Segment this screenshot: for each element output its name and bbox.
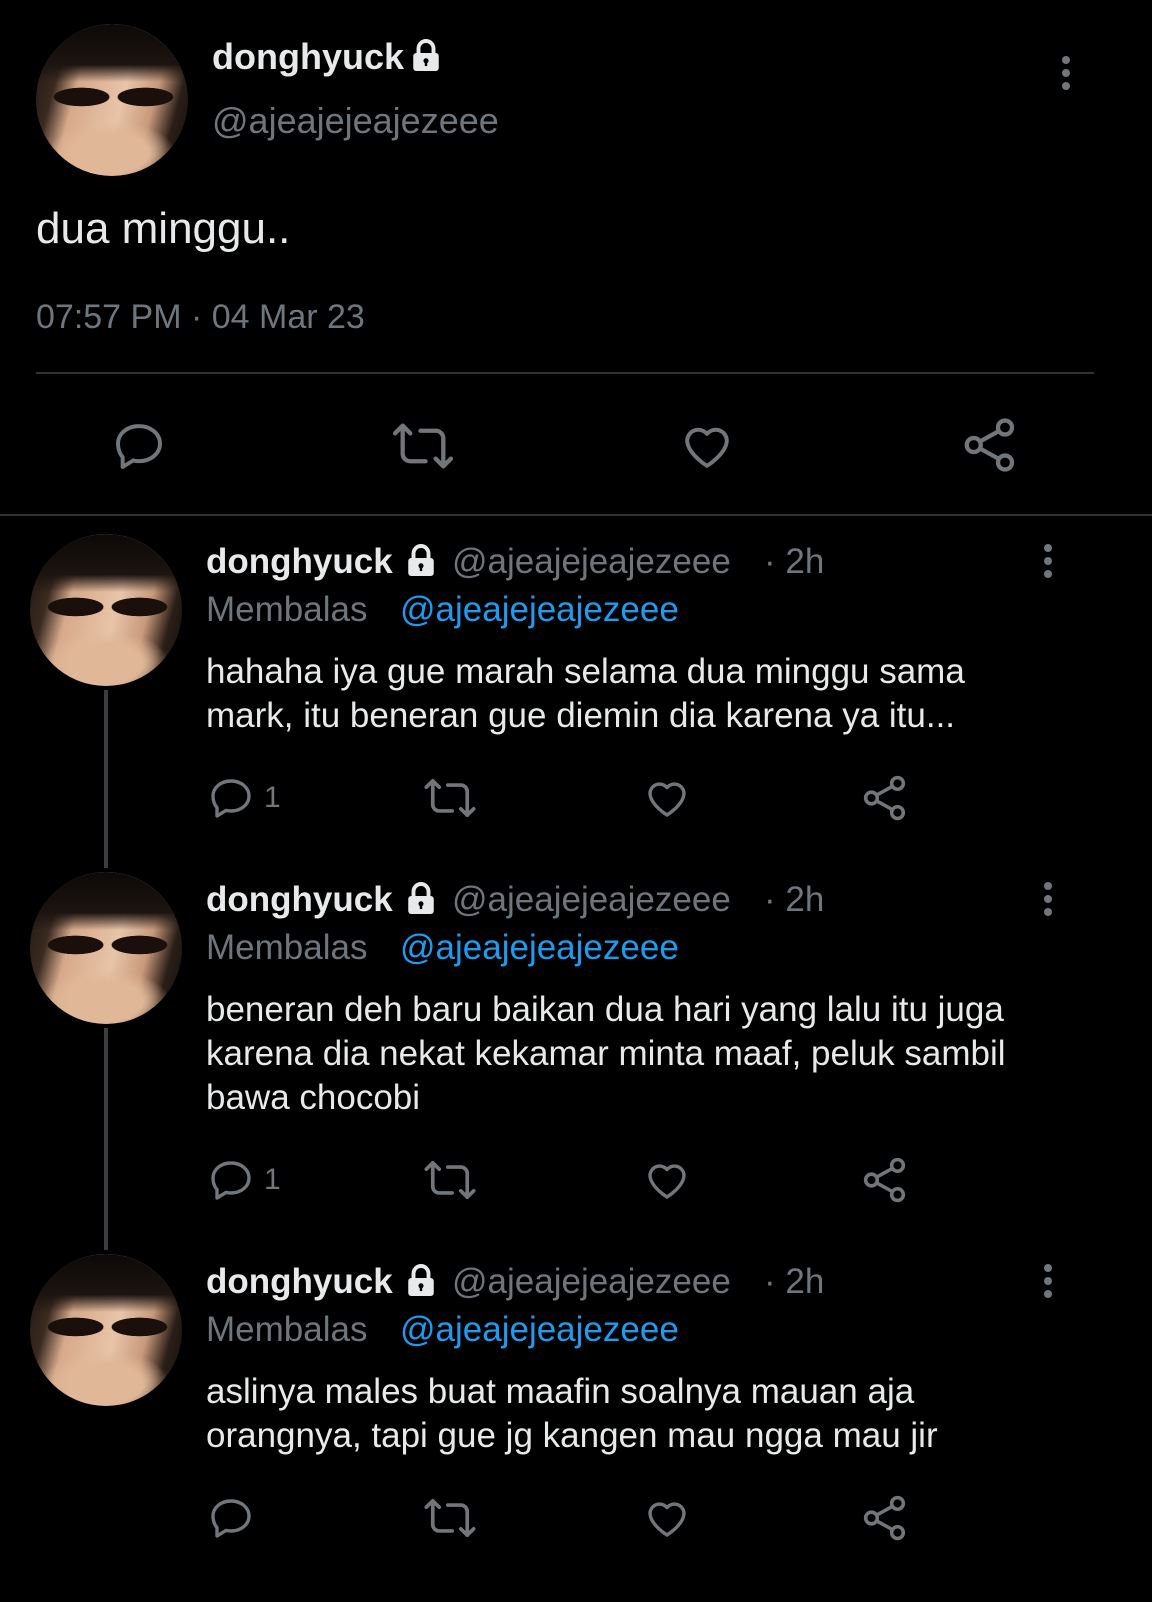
replying-to-label: Membalas [206, 590, 368, 629]
retweet-icon[interactable] [422, 1496, 478, 1540]
reply-text-line: bawa chocobi [206, 1078, 421, 1117]
reply-count: 1 [264, 781, 281, 814]
like-icon[interactable] [642, 1156, 692, 1204]
lock-icon [408, 38, 444, 74]
reply-icon [206, 774, 256, 822]
reply-icon [206, 1156, 256, 1204]
reply-action[interactable] [206, 1494, 264, 1542]
divider [36, 372, 1094, 374]
lock-icon [403, 1263, 439, 1299]
display-name[interactable]: donghyuck [206, 880, 393, 920]
more-options-icon[interactable] [1062, 56, 1070, 95]
handle[interactable]: @ajeajejeajezeee [212, 100, 499, 142]
display-name[interactable]: donghyuck [206, 542, 393, 582]
reply-text-line: aslinya males buat maafin soalnya mauan … [206, 1372, 915, 1411]
reply-text-line: karena dia nekat kekamar minta maaf, pel… [206, 1034, 1006, 1073]
like-icon[interactable] [678, 418, 736, 474]
lock-icon [403, 881, 439, 917]
share-icon[interactable] [860, 772, 910, 824]
more-options-icon[interactable] [1044, 544, 1052, 583]
avatar[interactable] [30, 1254, 182, 1406]
display-name[interactable]: donghyuck [212, 36, 404, 78]
replying-to-handle[interactable]: @ajeajejeajezeee [400, 1310, 679, 1350]
replying-to-label: Membalas [206, 1310, 368, 1349]
reply-icon[interactable] [110, 418, 168, 474]
reply-count: 1 [264, 1163, 281, 1196]
avatar[interactable] [30, 534, 182, 686]
retweet-icon[interactable] [390, 420, 456, 472]
reply-action[interactable]: 1 [206, 1156, 281, 1204]
reply-text-line: orangnya, tapi gue jg kangen mau ngga ma… [206, 1416, 938, 1455]
reply-text-line: hahaha iya gue marah selama dua minggu s… [206, 652, 965, 691]
handle[interactable]: @ajeajejeajezeee [452, 880, 731, 920]
reply-text-line: mark, itu beneran gue diemin dia karena … [206, 696, 956, 735]
timestamp[interactable]: 07:57 PM · 04 Mar 23 [36, 298, 365, 337]
relative-time: · 2h [764, 1262, 825, 1301]
like-icon[interactable] [642, 1494, 692, 1542]
replying-to-handle[interactable]: @ajeajejeajezeee [400, 928, 679, 968]
retweet-icon[interactable] [422, 776, 478, 820]
tweet-text: dua minggu.. [36, 204, 291, 253]
share-icon[interactable] [860, 1492, 910, 1544]
reply-text-line: beneran deh baru baikan dua hari yang la… [206, 990, 1004, 1029]
retweet-icon[interactable] [422, 1158, 478, 1202]
share-icon[interactable] [960, 414, 1020, 476]
handle[interactable]: @ajeajejeajezeee [452, 542, 731, 582]
more-options-icon[interactable] [1044, 882, 1052, 921]
reply-action[interactable]: 1 [206, 774, 281, 822]
more-options-icon[interactable] [1044, 1264, 1052, 1303]
display-name[interactable]: donghyuck [206, 1262, 393, 1302]
avatar[interactable] [30, 872, 182, 1024]
like-icon[interactable] [642, 774, 692, 822]
lock-icon [403, 543, 439, 579]
relative-time: · 2h [764, 542, 825, 581]
reply-icon [206, 1494, 256, 1542]
thread-line [104, 1028, 108, 1250]
replying-to-handle[interactable]: @ajeajejeajezeee [400, 590, 679, 630]
replying-to-label: Membalas [206, 928, 368, 967]
relative-time: · 2h [764, 880, 825, 919]
avatar[interactable] [36, 24, 188, 176]
divider [0, 514, 1152, 516]
handle[interactable]: @ajeajejeajezeee [452, 1262, 731, 1302]
share-icon[interactable] [860, 1154, 910, 1206]
thread-line [104, 690, 108, 868]
